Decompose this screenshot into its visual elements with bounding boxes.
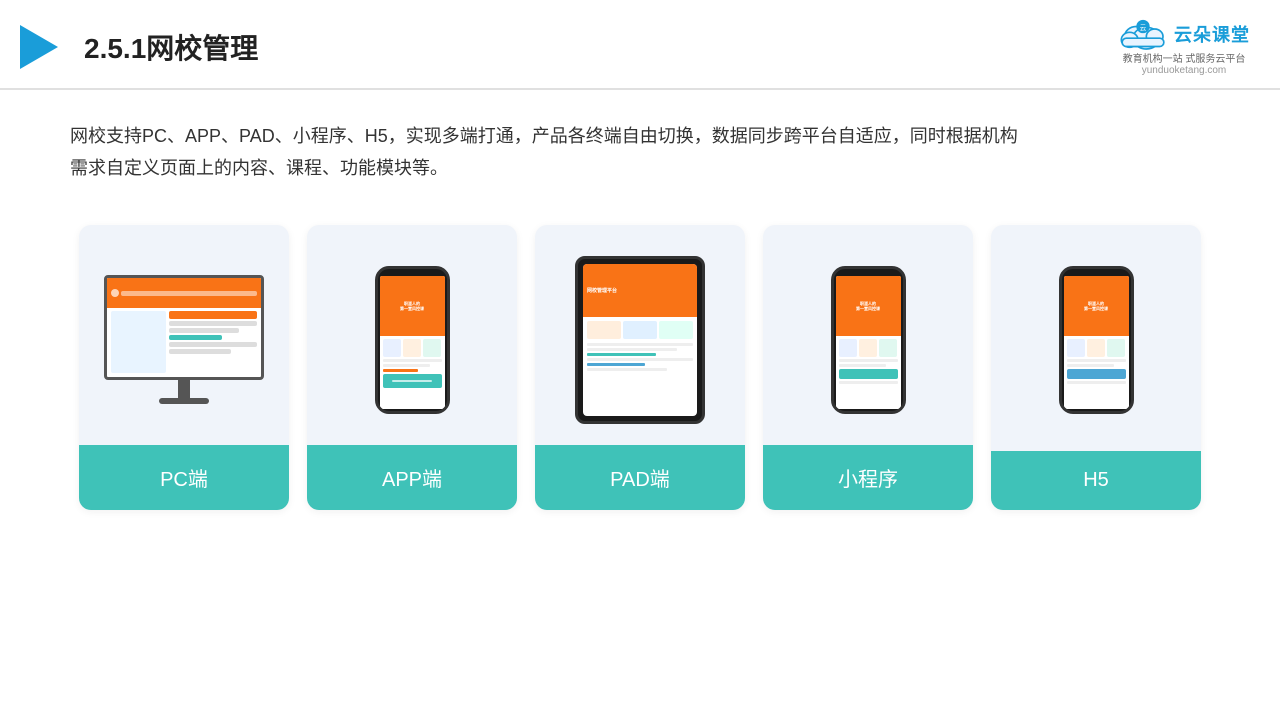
card-pc-label: PC端 bbox=[79, 445, 289, 510]
card-app: 职涯人的第一堂风控课 bbox=[307, 225, 517, 510]
phone-body-mini: 职涯人的第一堂风控课 bbox=[831, 266, 906, 414]
description-block: 网校支持PC、APP、PAD、小程序、H5，实现多端打通，产品各终端自由切换，数… bbox=[0, 90, 1280, 195]
play-icon bbox=[20, 25, 58, 69]
logo-subtitle: 教育机构一站 式服务云平台 bbox=[1123, 50, 1246, 65]
tablet-mock: 网校管理平台 bbox=[575, 256, 705, 424]
phone-screen-app: 职涯人的第一堂风控课 bbox=[380, 276, 445, 409]
card-miniprogram-label: 小程序 bbox=[763, 445, 973, 510]
logo-area: 云 云朵课堂 教育机构一站 式服务云平台 yunduoketang.com bbox=[1118, 18, 1250, 76]
tablet-body: 网校管理平台 bbox=[575, 256, 705, 424]
description-line2: 需求自定义页面上的内容、课程、功能模块等。 bbox=[70, 152, 1210, 184]
monitor-mock bbox=[104, 275, 264, 404]
card-miniprogram-image: 职涯人的第一堂风控课 bbox=[763, 225, 973, 445]
card-miniprogram: 职涯人的第一堂风控课 bbox=[763, 225, 973, 510]
card-h5-image: 职涯人的第一堂风控课 bbox=[991, 225, 1201, 445]
phone-mock-mini: 职涯人的第一堂风控课 bbox=[831, 266, 906, 414]
tablet-screen: 网校管理平台 bbox=[583, 264, 697, 416]
header-left: 2.5.1网校管理 bbox=[20, 25, 258, 69]
phone-mock-app: 职涯人的第一堂风控课 bbox=[375, 266, 450, 414]
header: 2.5.1网校管理 云 云朵课堂 教育机构一站 式服务云平台 yunduoket… bbox=[0, 0, 1280, 90]
card-app-image: 职涯人的第一堂风控课 bbox=[307, 225, 517, 445]
logo-cloud: 云 云朵课堂 bbox=[1118, 18, 1250, 50]
phone-body-h5: 职涯人的第一堂风控课 bbox=[1059, 266, 1134, 414]
card-h5: 职涯人的第一堂风控课 bbox=[991, 225, 1201, 510]
card-h5-label: H5 bbox=[991, 451, 1201, 510]
page-title: 2.5.1网校管理 bbox=[84, 27, 258, 67]
card-pad: 网校管理平台 bbox=[535, 225, 745, 510]
card-app-label: APP端 bbox=[307, 445, 517, 510]
svg-text:云: 云 bbox=[1140, 24, 1147, 32]
description-line1: 网校支持PC、APP、PAD、小程序、H5，实现多端打通，产品各终端自由切换，数… bbox=[70, 120, 1210, 152]
phone-notch-h5 bbox=[1082, 269, 1110, 276]
logo-text: 云朵课堂 bbox=[1174, 21, 1250, 47]
card-pc-image bbox=[79, 225, 289, 445]
cloud-svg-icon: 云 bbox=[1118, 18, 1168, 50]
logo-url: yunduoketang.com bbox=[1142, 65, 1227, 76]
card-pad-label: PAD端 bbox=[535, 445, 745, 510]
phone-notch-app bbox=[398, 269, 426, 276]
phone-screen-h5: 职涯人的第一堂风控课 bbox=[1064, 276, 1129, 409]
card-pc: PC端 bbox=[79, 225, 289, 510]
monitor-base bbox=[159, 398, 209, 404]
phone-mock-h5: 职涯人的第一堂风控课 bbox=[1059, 266, 1134, 414]
phone-notch-mini bbox=[854, 269, 882, 276]
phone-screen-mini: 职涯人的第一堂风控课 bbox=[836, 276, 901, 409]
monitor-neck bbox=[178, 380, 190, 398]
cards-container: PC端 职涯人的第一堂风控课 bbox=[0, 205, 1280, 530]
monitor-screen bbox=[104, 275, 264, 380]
phone-body-app: 职涯人的第一堂风控课 bbox=[375, 266, 450, 414]
card-pad-image: 网校管理平台 bbox=[535, 225, 745, 445]
